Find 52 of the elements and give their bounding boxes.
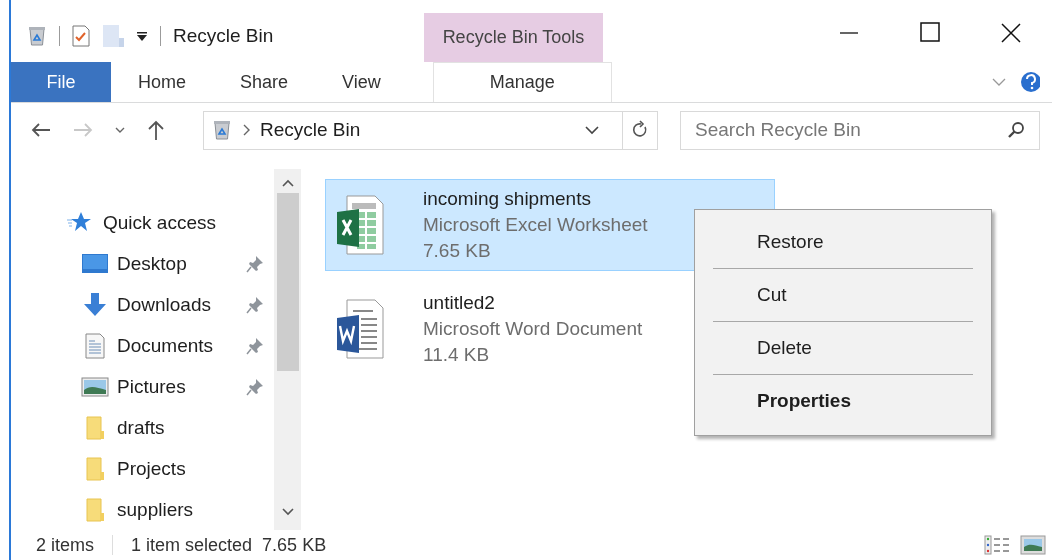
back-arrow-icon[interactable] [31, 122, 51, 138]
breadcrumb-chevron-icon[interactable] [242, 124, 250, 136]
window-title: Recycle Bin [173, 25, 274, 47]
ribbon-tab[interactable]: Home [111, 62, 213, 102]
file-size: 11.4 KB [423, 344, 491, 366]
file-name: untitled2 [423, 292, 496, 314]
sidebar-item[interactable]: Desktop [117, 253, 238, 276]
sidebar-item[interactable]: suppliers [117, 498, 264, 521]
recycle-bin-icon[interactable] [27, 25, 47, 47]
item-count: 2 items [36, 534, 95, 556]
file-type: Microsoft Excel Worksheet [423, 214, 648, 236]
address-path[interactable]: Recycle Bin [260, 119, 562, 141]
sidebar-item[interactable]: Projects [117, 457, 264, 480]
scroll-up-icon[interactable] [281, 179, 294, 187]
address-bar[interactable]: Recycle Bin [203, 110, 658, 150]
refresh-icon[interactable] [631, 120, 649, 140]
file-type: Microsoft Word Document [423, 318, 643, 340]
sidebar-item[interactable]: Quick access [103, 212, 264, 235]
search-placeholder: Search Recycle Bin [695, 119, 862, 141]
address-dropdown-icon[interactable] [585, 125, 599, 135]
large-icons-view-icon[interactable] [1020, 535, 1046, 555]
close-icon[interactable] [1000, 22, 1022, 44]
selection-size: 7.65 KB [262, 534, 327, 556]
contextual-tab-group-label: Recycle Bin Tools [424, 13, 603, 62]
sidebar-item[interactable]: Pictures [117, 375, 238, 398]
sidebar-item[interactable]: drafts [117, 416, 264, 439]
spreadsheet-file-icon [335, 195, 385, 255]
sidebar-item[interactable]: Documents [117, 335, 238, 358]
maximize-icon[interactable] [920, 22, 940, 42]
up-arrow-icon[interactable] [147, 120, 165, 140]
properties-checkmark-icon[interactable] [72, 25, 90, 47]
help-icon[interactable] [1020, 71, 1040, 93]
file-name: incoming shipments [423, 188, 592, 210]
recycle-bin-icon [212, 119, 232, 141]
menu-item[interactable]: Properties [713, 375, 973, 427]
details-view-icon[interactable] [984, 535, 1010, 555]
menu-item[interactable]: Cut [713, 269, 973, 321]
search-field[interactable]: Search Recycle Bin [680, 110, 1040, 150]
scroll-down-icon[interactable] [281, 508, 294, 516]
menu-item[interactable]: Delete [713, 322, 973, 374]
file-size: 7.65 KB [423, 240, 492, 262]
recent-locations-chevron-icon[interactable] [115, 126, 125, 134]
dropdown-caret-icon[interactable] [136, 30, 148, 42]
document-file-icon [335, 299, 385, 359]
scrollbar[interactable] [274, 169, 301, 530]
chevron-down-icon[interactable] [992, 77, 1006, 87]
ribbon-tab[interactable]: Share [213, 62, 316, 102]
selection-count: 1 item selected [131, 534, 253, 556]
ribbon-tab[interactable]: View [315, 62, 408, 102]
sidebar-item[interactable]: Downloads [117, 294, 238, 317]
search-icon[interactable] [1007, 121, 1025, 139]
file-tab[interactable]: File [11, 62, 111, 102]
